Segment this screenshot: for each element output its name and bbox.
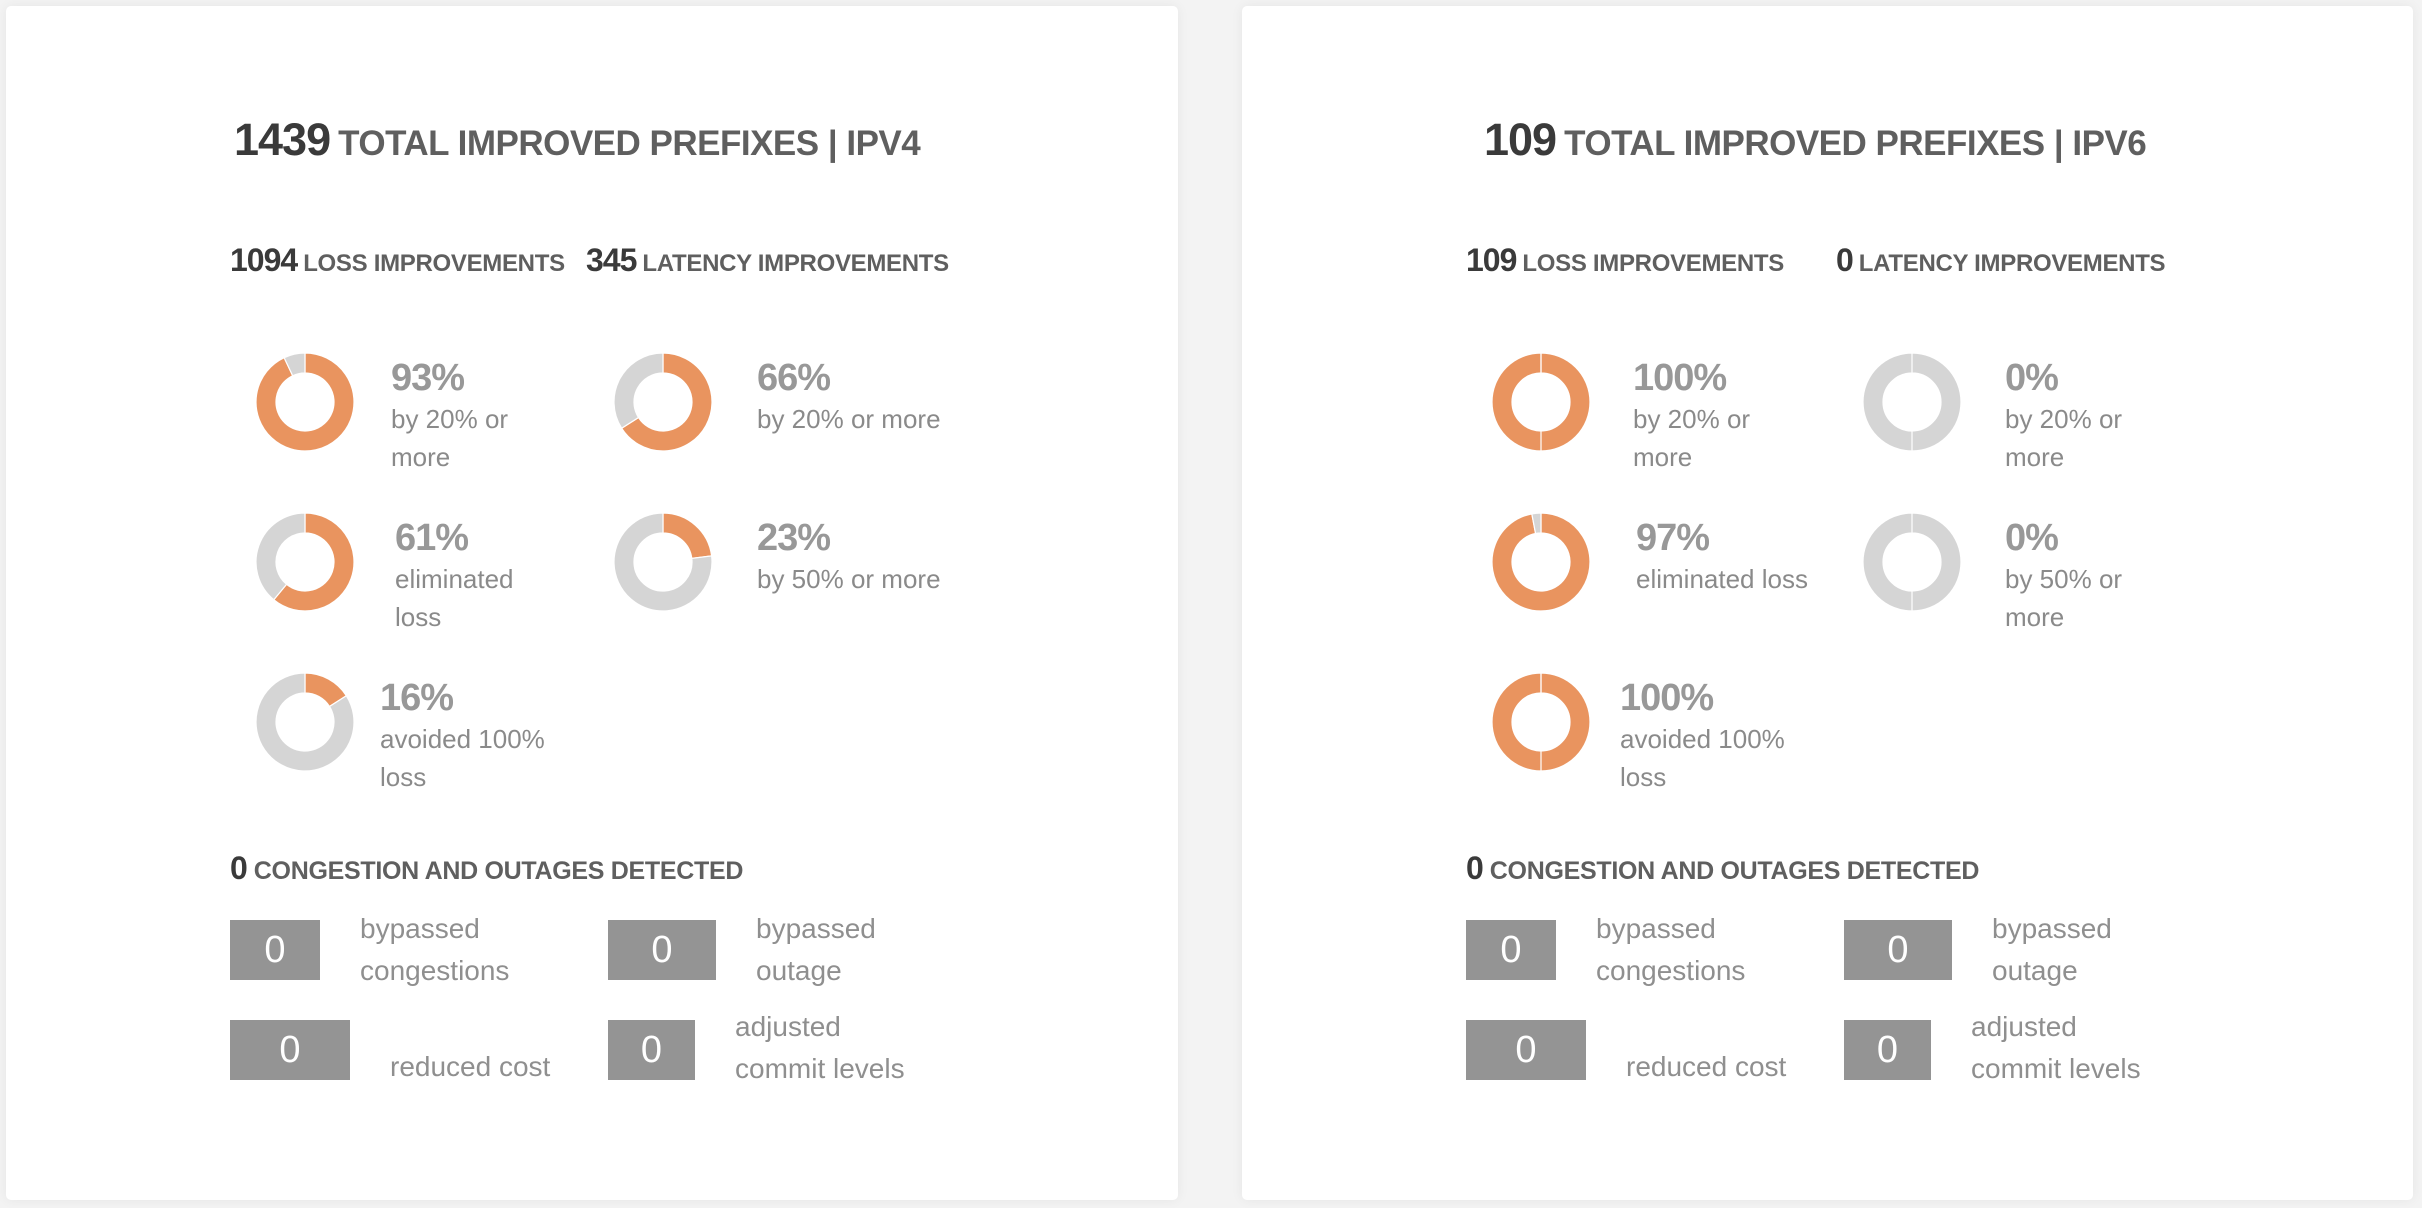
- ipv4-latency-donut: [613, 352, 713, 452]
- stat-percent: 23%: [757, 517, 831, 559]
- stat-percent: 100%: [1633, 357, 1727, 399]
- bypassed-outage-label: bypassed outage: [756, 913, 876, 986]
- ipv4-congestion-heading: 0 CONGESTION AND OUTAGES DETECTED: [230, 850, 743, 887]
- bypassed-outage-count: 0: [1844, 920, 1952, 980]
- donut-remaining-segment: [613, 352, 664, 430]
- stat-percent: 97%: [1636, 517, 1710, 559]
- donut-chart: [613, 352, 713, 452]
- stat-description: by 20% or more: [2005, 404, 2123, 472]
- bypassed-congestions-count: 0: [230, 920, 320, 980]
- ipv4-latency-donut: [613, 512, 713, 612]
- ipv4-summary-card: 1439 TOTAL IMPROVED PREFIXES | IPV4 1094 L…: [6, 6, 1178, 1200]
- ipv4-total-label: TOTAL IMPROVED PREFIXES | IPV4: [338, 124, 921, 163]
- stat-description: by 50% or more: [757, 564, 941, 594]
- ipv4-latency-label: LATENCY IMPROVEMENTS: [642, 250, 949, 277]
- adjusted-commit-levels-count: 0: [1844, 1020, 1931, 1080]
- donut-chart: [1862, 512, 1962, 612]
- donut-remaining-segment: [1862, 352, 1962, 452]
- bypassed-congestions-label: bypassed congestions: [360, 913, 510, 986]
- donut-chart: [1491, 512, 1591, 612]
- ipv4-total-count: 1439: [234, 114, 331, 165]
- donut-chart: [255, 512, 355, 612]
- stat-percent: 93%: [391, 357, 465, 399]
- stat-description: by 20% or more: [757, 404, 941, 434]
- stat-description: avoided 100% loss: [380, 724, 545, 792]
- stat-description: eliminated loss: [395, 564, 514, 632]
- stat-percent: 66%: [757, 357, 831, 399]
- ipv6-congestion-count: 0: [1466, 850, 1484, 886]
- ipv6-total-count: 109: [1484, 114, 1557, 165]
- ipv4-loss-stat: 93% by 20% or more: [391, 356, 551, 476]
- ipv6-congestion-heading: 0 CONGESTION AND OUTAGES DETECTED: [1466, 850, 1979, 887]
- stat-percent: 100%: [1620, 677, 1714, 719]
- ipv4-total-heading: 1439 TOTAL IMPROVED PREFIXES | IPV4: [234, 114, 921, 166]
- ipv4-loss-heading: 1094 LOSS IMPROVEMENTS: [230, 242, 565, 279]
- ipv6-latency-stat: 0% by 20% or more: [2005, 356, 2165, 476]
- donut-value-segment: [662, 512, 713, 560]
- ipv4-loss-donut: [255, 352, 355, 452]
- ipv6-summary-card: 109 TOTAL IMPROVED PREFIXES | IPV6 109 LOS…: [1242, 6, 2413, 1200]
- ipv6-loss-stat: 100% avoided 100% loss: [1620, 676, 1810, 796]
- adjusted-commit-levels-count: 0: [608, 1020, 695, 1080]
- stat-percent: 0%: [2005, 357, 2059, 399]
- stat-description: by 50% or more: [2005, 564, 2123, 632]
- ipv4-loss-donut: [255, 672, 355, 772]
- donut-chart: [613, 512, 713, 612]
- ipv4-congestion-count: 0: [230, 850, 248, 886]
- stat-percent: 16%: [380, 677, 454, 719]
- ipv4-latency-stat: 66% by 20% or more: [757, 356, 1017, 438]
- stat-description: eliminated loss: [1636, 564, 1808, 594]
- ipv6-loss-label: LOSS IMPROVEMENTS: [1522, 250, 1784, 277]
- bypassed-congestions-label: bypassed congestions: [1596, 913, 1746, 986]
- ipv6-loss-donut: [1491, 512, 1591, 612]
- bypassed-outage-count: 0: [608, 920, 716, 980]
- ipv6-latency-donut: [1862, 512, 1962, 612]
- ipv6-loss-count: 109: [1466, 242, 1517, 278]
- ipv6-latency-donut: [1862, 352, 1962, 452]
- ipv6-loss-stat: 100% by 20% or more: [1633, 356, 1793, 476]
- ipv6-loss-stat: 97% eliminated loss: [1636, 516, 1856, 598]
- stat-description: by 20% or more: [391, 404, 509, 472]
- ipv6-total-heading: 109 TOTAL IMPROVED PREFIXES | IPV6: [1484, 114, 2147, 166]
- adjusted-commit-levels-label: adjusted commit levels: [1971, 1011, 2141, 1084]
- donut-chart: [1862, 352, 1962, 452]
- ipv4-loss-stat: 16% avoided 100% loss: [380, 676, 570, 796]
- adjusted-commit-levels-label: adjusted commit levels: [735, 1011, 905, 1084]
- donut-chart: [255, 672, 355, 772]
- stat-percent: 0%: [2005, 517, 2059, 559]
- ipv6-loss-donut: [1491, 352, 1591, 452]
- ipv4-latency-heading: 345 LATENCY IMPROVEMENTS: [586, 242, 949, 279]
- donut-remaining-segment: [255, 512, 306, 601]
- stat-description: by 20% or more: [1633, 404, 1751, 472]
- ipv4-loss-donut: [255, 512, 355, 612]
- donut-chart: [255, 352, 355, 452]
- ipv4-loss-stat: 61% eliminated loss: [395, 516, 545, 636]
- bypassed-congestions-count: 0: [1466, 920, 1556, 980]
- stat-percent: 61%: [395, 517, 469, 559]
- ipv6-loss-heading: 109 LOSS IMPROVEMENTS: [1466, 242, 1784, 279]
- bypassed-outage-label: bypassed outage: [1992, 913, 2112, 986]
- ipv6-total-label: TOTAL IMPROVED PREFIXES | IPV6: [1564, 124, 2147, 163]
- ipv6-latency-label: LATENCY IMPROVEMENTS: [1858, 250, 2166, 277]
- ipv4-latency-stat: 23% by 50% or more: [757, 516, 1017, 598]
- donut-remaining-segment: [1862, 512, 1962, 612]
- reduced-cost-label: reduced cost: [390, 1051, 551, 1082]
- ipv6-loss-donut: [1491, 672, 1591, 772]
- reduced-cost-count: 0: [1466, 1020, 1586, 1080]
- donut-chart: [1491, 352, 1591, 452]
- reduced-cost-label: reduced cost: [1626, 1051, 1787, 1082]
- ipv4-latency-count: 345: [586, 242, 637, 278]
- stat-description: avoided 100% loss: [1620, 724, 1785, 792]
- ipv6-latency-count: 0: [1836, 242, 1854, 278]
- ipv6-congestion-label: CONGESTION AND OUTAGES DETECTED: [1489, 857, 1980, 885]
- reduced-cost-count: 0: [230, 1020, 350, 1080]
- ipv4-loss-label: LOSS IMPROVEMENTS: [303, 250, 565, 277]
- ipv6-latency-stat: 0% by 50% or more: [2005, 516, 2165, 636]
- ipv4-loss-count: 1094: [230, 242, 298, 278]
- donut-chart: [1491, 672, 1591, 772]
- ipv6-latency-heading: 0 LATENCY IMPROVEMENTS: [1836, 242, 2166, 279]
- ipv4-congestion-label: CONGESTION AND OUTAGES DETECTED: [253, 857, 744, 885]
